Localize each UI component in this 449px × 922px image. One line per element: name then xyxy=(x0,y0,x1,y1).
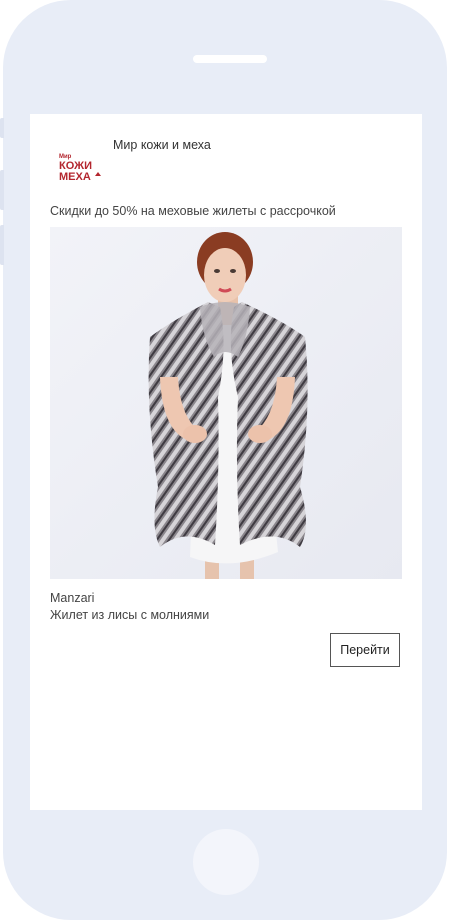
side-button-volume-up xyxy=(0,170,4,210)
product-image[interactable] xyxy=(50,227,402,579)
logo-text-line2: МЕХА xyxy=(59,171,91,183)
brand-logo: Мир КОЖИ МЕХА xyxy=(59,154,101,183)
advertiser-name[interactable]: Мир кожи и меха xyxy=(113,138,211,152)
home-button[interactable] xyxy=(193,829,259,895)
fur-vest-photo-icon xyxy=(50,227,402,579)
phone-frame: Мир КОЖИ МЕХА Мир кожи и меха Скидки до … xyxy=(0,0,447,920)
product-brand[interactable]: Manzari xyxy=(50,591,94,605)
go-button[interactable]: Перейти xyxy=(330,633,400,667)
ad-headline[interactable]: Скидки до 50% на меховые жилеты с рассро… xyxy=(50,204,336,218)
side-button-top xyxy=(0,118,4,138)
product-title[interactable]: Жилет из лисы с молниями xyxy=(50,608,209,622)
ad-screen: Мир КОЖИ МЕХА Мир кожи и меха Скидки до … xyxy=(30,114,422,810)
side-button-volume-down xyxy=(0,225,4,265)
speaker-grill xyxy=(193,55,267,63)
